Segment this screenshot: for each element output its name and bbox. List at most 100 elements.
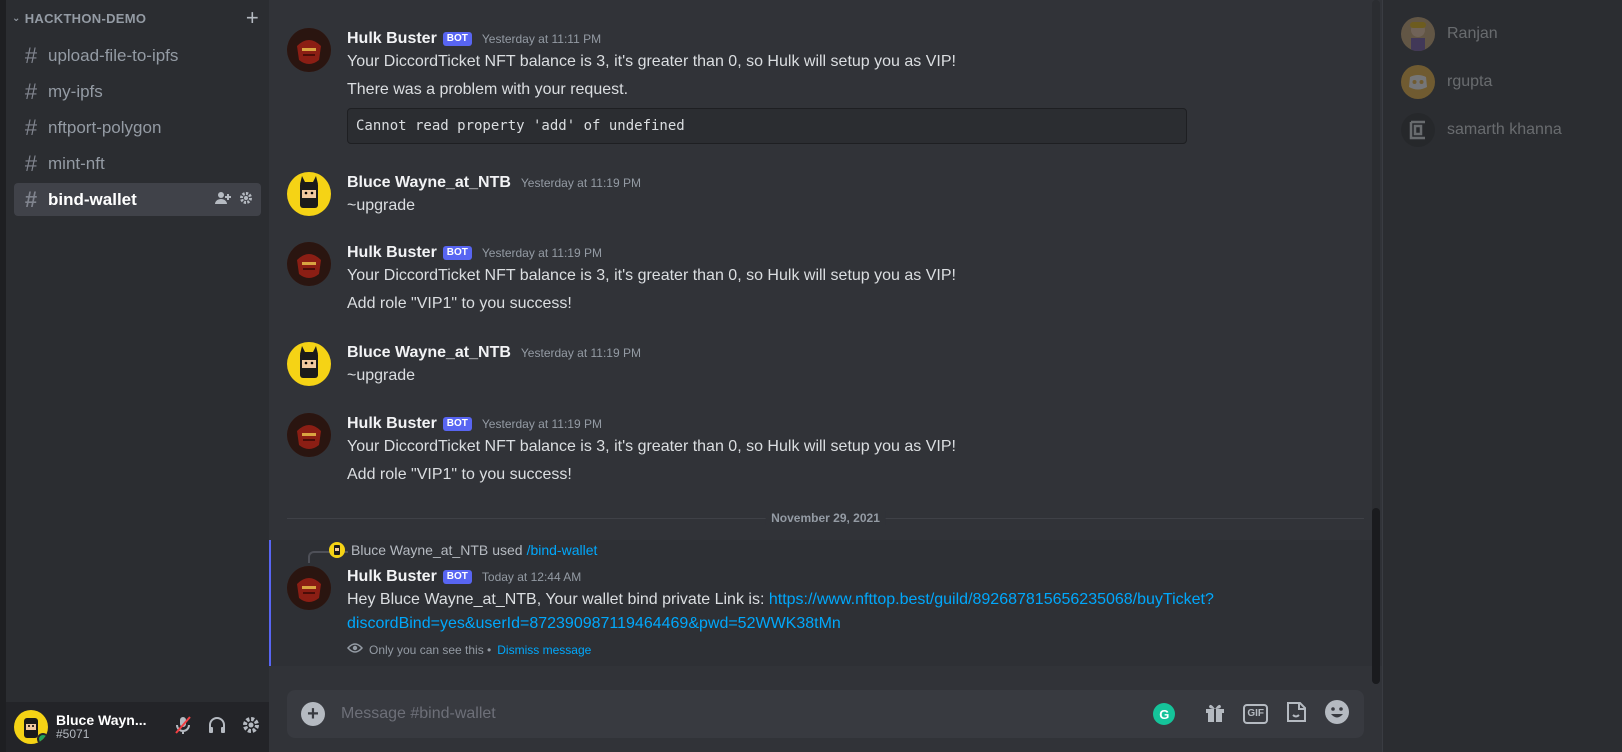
wallet-bind-link-continued[interactable]: discordBind=yes&userId=87239098711946446… <box>347 615 841 632</box>
username: Bluce Wayn... <box>56 712 147 728</box>
channel-label: my-ipfs <box>48 81 103 101</box>
member-avatar <box>1401 113 1435 147</box>
message-text: ~upgrade <box>347 367 416 384</box>
gift-icon[interactable] <box>1203 700 1227 729</box>
code-block: Cannot read property 'add' of undefined <box>347 108 1187 144</box>
bluce-wayne-avatar[interactable] <box>287 172 331 216</box>
gif-icon[interactable]: GIF <box>1243 704 1268 724</box>
member-item-samarth-khanna[interactable]: samarth khanna <box>1383 106 1622 154</box>
message-input[interactable] <box>341 705 1154 723</box>
sticker-icon[interactable] <box>1284 700 1308 729</box>
message-text: ~upgrade <box>347 197 416 214</box>
bot-badge: BOT <box>442 570 472 584</box>
message-text: Your DiccordTicket NFT balance is 3, it'… <box>347 53 956 70</box>
hash-icon: # <box>24 114 38 140</box>
member-item-ranjan[interactable]: Ranjan <box>1383 10 1622 58</box>
hash-icon: # <box>24 78 38 104</box>
grammarly-icon[interactable]: G <box>1153 703 1176 725</box>
message-list: Hulk Buster BOT Yesterday at 11:11 PM Yo… <box>269 0 1382 672</box>
ephemeral-note-text: Only you can see this • <box>369 642 492 657</box>
reply-username[interactable]: Bluce Wayne_at_NTB <box>351 542 488 558</box>
message-author[interactable]: Hulk Buster <box>347 415 437 433</box>
hulk-buster-avatar[interactable] <box>287 566 331 610</box>
eye-icon <box>347 642 363 657</box>
online-status-dot <box>37 733 48 744</box>
message-author[interactable]: Bluce Wayne_at_NTB <box>347 344 511 362</box>
message-text: Your DiccordTicket NFT balance is 3, it'… <box>347 438 956 455</box>
message-composer: + G GIF <box>287 690 1364 738</box>
message-item: Bluce Wayne_at_NTB Yesterday at 11:19 PM… <box>287 172 1364 218</box>
channel-sidebar: ⌄ HACKTHON-DEMO + # upload-file-to-ipfs … <box>6 0 269 752</box>
channel-item-my-ipfs[interactable]: # my-ipfs <box>14 75 261 108</box>
message-author[interactable]: Hulk Buster <box>347 30 437 48</box>
channel-label: upload-file-to-ipfs <box>48 45 179 65</box>
ephemeral-notice: Only you can see this • Dismiss message <box>347 642 1364 657</box>
message-text: Your DiccordTicket NFT balance is 3, it'… <box>347 267 956 284</box>
member-avatar <box>1401 17 1435 51</box>
category-header[interactable]: ⌄ HACKTHON-DEMO + <box>6 0 269 36</box>
user-panel: Bluce Wayn... #5071 <box>6 702 269 752</box>
message-author[interactable]: Hulk Buster <box>347 568 437 586</box>
member-name: Ranjan <box>1447 25 1498 42</box>
bot-badge: BOT <box>442 417 472 431</box>
message-item: Hulk Buster BOT Yesterday at 11:11 PM Yo… <box>287 28 1364 144</box>
reply-used-text: used <box>492 542 523 558</box>
message-text-prefix: Hey Bluce Wayne_at_NTB, Your wallet bind… <box>347 591 769 608</box>
bot-badge: BOT <box>442 32 472 46</box>
message-text: There was a problem with your request. <box>347 81 629 98</box>
user-settings-gear-icon[interactable] <box>241 715 261 740</box>
member-name: rgupta <box>1447 73 1493 90</box>
message-timestamp: Today at 12:44 AM <box>481 570 582 584</box>
slash-command-link[interactable]: /bind-wallet <box>527 542 598 558</box>
wallet-bind-link[interactable]: https://www.nfttop.best/guild/8926878156… <box>769 591 1214 608</box>
mini-avatar <box>329 542 345 558</box>
channel-label: mint-nft <box>48 153 105 173</box>
message-timestamp: Yesterday at 11:19 PM <box>520 346 641 360</box>
channel-item-upload-file-to-ipfs[interactable]: # upload-file-to-ipfs <box>14 39 261 72</box>
hulk-buster-avatar[interactable] <box>287 242 331 286</box>
member-list: Ranjan rgupta samarth khanna <box>1382 0 1622 752</box>
message-text: Add role "VIP1" to you success! <box>347 295 572 312</box>
message-timestamp: Yesterday at 11:19 PM <box>481 246 602 260</box>
bot-badge: BOT <box>442 246 472 260</box>
hash-icon: # <box>24 42 38 68</box>
message-item: Hulk Buster BOT Yesterday at 11:19 PM Yo… <box>287 413 1364 487</box>
dismiss-message-link[interactable]: Dismiss message <box>497 643 591 657</box>
upload-plus-icon[interactable]: + <box>301 702 325 726</box>
channel-item-nftport-polygon[interactable]: # nftport-polygon <box>14 111 261 144</box>
message-timestamp: Yesterday at 11:19 PM <box>481 417 602 431</box>
bluce-wayne-avatar[interactable] <box>287 342 331 386</box>
date-divider: November 29, 2021 <box>287 511 1364 525</box>
avatar[interactable] <box>14 710 48 744</box>
invite-icon[interactable] <box>215 191 231 208</box>
channel-label: nftport-polygon <box>48 117 162 137</box>
message-text: Add role "VIP1" to you success! <box>347 466 572 483</box>
message-author[interactable]: Bluce Wayne_at_NTB <box>347 174 511 192</box>
message-text: Hey Bluce Wayne_at_NTB, Your wallet bind… <box>347 588 1364 636</box>
emoji-icon[interactable] <box>1324 699 1350 730</box>
hulk-buster-avatar[interactable] <box>287 28 331 72</box>
hash-icon: # <box>24 150 38 176</box>
channel-item-mint-nft[interactable]: # mint-nft <box>14 147 261 180</box>
mute-microphone-icon[interactable] <box>173 715 193 740</box>
message-item: Hulk Buster BOT Today at 12:44 AM Hey Bl… <box>287 566 1364 657</box>
message-author[interactable]: Hulk Buster <box>347 244 437 262</box>
channel-item-bind-wallet[interactable]: # bind-wallet <box>14 183 261 216</box>
chevron-down-icon: ⌄ <box>12 12 21 24</box>
member-name: samarth khanna <box>1447 121 1562 138</box>
message-item: Bluce Wayne_at_NTB Yesterday at 11:19 PM… <box>287 342 1364 388</box>
message-timestamp: Yesterday at 11:11 PM <box>481 32 602 46</box>
user-discriminator: #5071 <box>56 727 90 742</box>
message-item: Hulk Buster BOT Yesterday at 11:19 PM Yo… <box>287 242 1364 316</box>
headphones-icon[interactable] <box>207 715 227 740</box>
channel-settings-gear-icon[interactable] <box>239 191 253 208</box>
channel-label: bind-wallet <box>48 189 137 209</box>
command-reply-context[interactable]: Bluce Wayne_at_NTB used /bind-wallet <box>329 542 597 558</box>
date-divider-label: November 29, 2021 <box>765 511 886 525</box>
scrollbar-thumb[interactable] <box>1372 508 1380 684</box>
hash-icon: # <box>24 186 38 212</box>
add-channel-icon[interactable]: + <box>246 7 259 29</box>
category-label: HACKTHON-DEMO <box>24 10 147 26</box>
member-item-rgupta[interactable]: rgupta <box>1383 58 1622 106</box>
hulk-buster-avatar[interactable] <box>287 413 331 457</box>
